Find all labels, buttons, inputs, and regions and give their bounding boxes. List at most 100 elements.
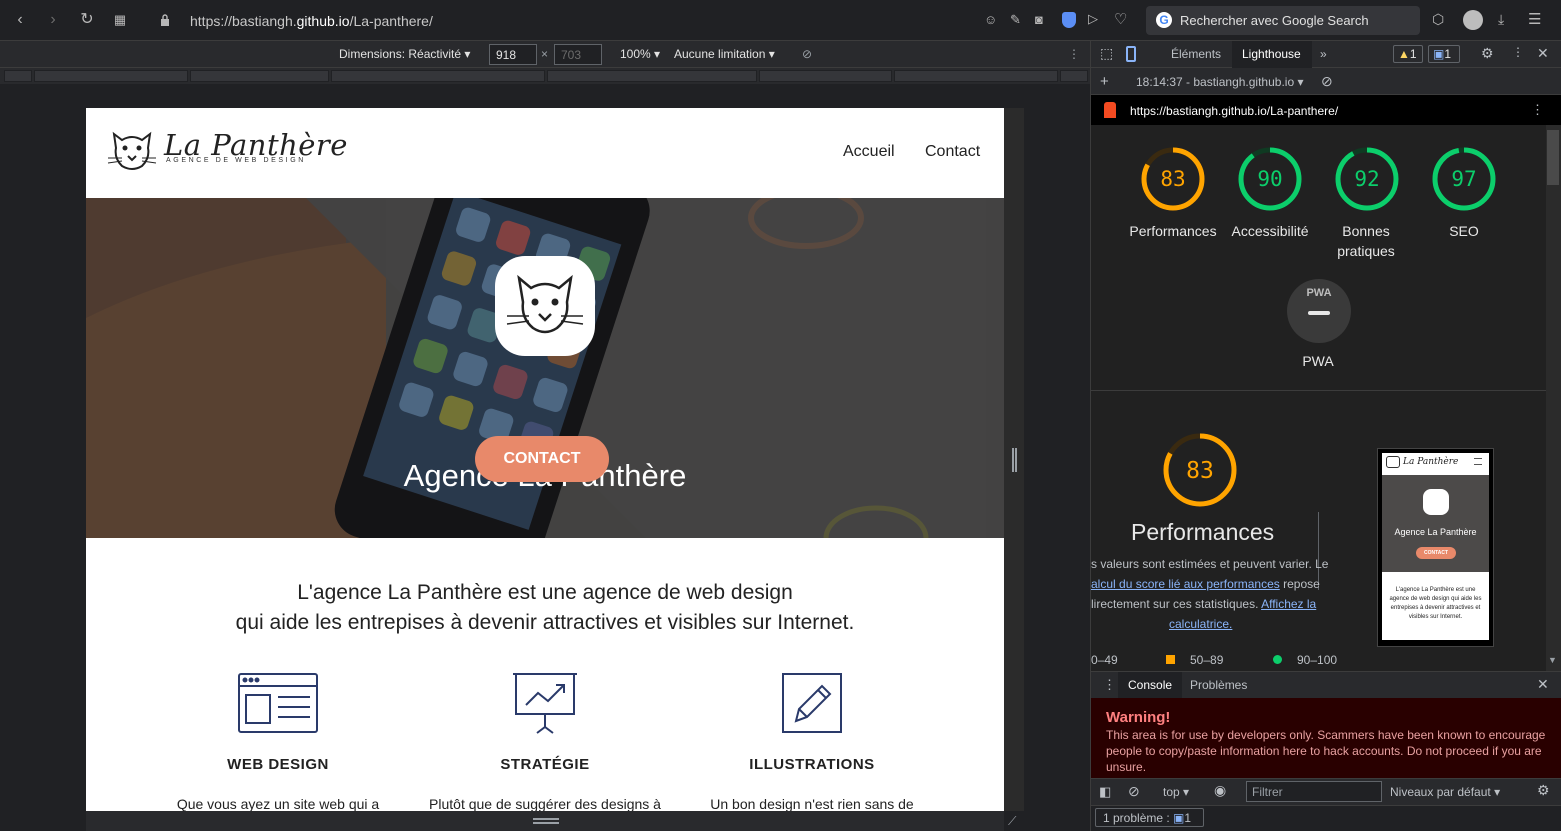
close-drawer-icon[interactable]: ✕ (1537, 676, 1549, 693)
score-label[interactable]: Accessibilité (1215, 221, 1325, 241)
dimensions-select[interactable]: Dimensions: Réactivité ▾ (339, 47, 470, 61)
console-filter-input[interactable]: Filtrer (1246, 781, 1382, 802)
problems-counter[interactable]: 1 problème : ▣1 (1095, 808, 1204, 827)
profile-avatar[interactable] (1463, 10, 1483, 30)
performance-description: s valeurs sont estimées et peuvent varie… (1091, 557, 1329, 571)
thumbnail-hero-logo (1423, 489, 1449, 515)
intro-line: L'agence La Panthère est une agence de w… (297, 581, 793, 604)
report-url[interactable]: https://bastiangh.github.io/La-panthere/ (1130, 104, 1338, 118)
rotate-icon[interactable]: ⊘ (802, 47, 812, 61)
media-query-segment[interactable] (547, 70, 757, 82)
menu-icon[interactable]: ☰ (1528, 10, 1541, 28)
report-selector[interactable]: 18:14:37 - bastiangh.github.io ▾ (1136, 75, 1303, 89)
google-icon: G (1156, 12, 1172, 28)
nav-link-home[interactable]: Accueil (843, 143, 895, 161)
address-bar[interactable]: https://bastiangh.github.io/La-panthere/ (190, 13, 433, 29)
forward-icon[interactable]: › (43, 10, 63, 30)
thumbnail-logo-icon (1386, 456, 1400, 468)
media-query-segment[interactable] (1060, 70, 1088, 82)
calculator-link[interactable]: Affichez la (1261, 597, 1316, 611)
search-placeholder: Rechercher avec Google Search (1180, 13, 1369, 28)
reload-icon[interactable]: ↻ (77, 10, 97, 30)
nav-link-contact[interactable]: Contact (925, 143, 980, 161)
pwa-badge-text: PWA (1306, 287, 1332, 299)
thumbnail-menu-icon (1474, 458, 1482, 465)
resize-handle-right[interactable] (1012, 448, 1017, 472)
times-icon: × (541, 47, 549, 61)
sidebar-toggle-icon[interactable]: ◧ (1099, 784, 1111, 800)
new-report-icon[interactable]: + (1100, 73, 1109, 90)
drawer-menu-icon[interactable]: ⋮ (1103, 677, 1116, 693)
inspect-element-icon[interactable]: ⬚ (1100, 45, 1113, 62)
panther-logo-icon[interactable] (106, 128, 158, 172)
throttling-select[interactable]: Aucune limitation ▾ (674, 47, 775, 61)
devtools-menu-icon[interactable]: ⋮ (1512, 45, 1524, 59)
score-value: 90 (1257, 167, 1283, 191)
log-levels-select[interactable]: Niveaux par défaut ▾ (1390, 785, 1500, 799)
context-select[interactable]: top ▾ (1163, 785, 1189, 799)
clear-reports-icon[interactable]: ⊘ (1321, 73, 1333, 90)
device-toggle-icon[interactable] (1126, 46, 1136, 62)
width-input[interactable]: 918 (489, 44, 537, 65)
tab-console[interactable]: Console (1128, 678, 1172, 692)
warnings-badge[interactable]: ▲1 (1393, 45, 1423, 63)
clear-console-icon[interactable]: ⊘ (1128, 783, 1140, 800)
site-header: La Panthère AGENCE DE WEB DESIGN Accueil… (86, 108, 1004, 198)
score-value: 92 (1354, 167, 1380, 191)
calculator-link[interactable]: calculatrice. (1169, 617, 1232, 631)
scroll-down-icon[interactable]: ▼ (1548, 655, 1557, 665)
heart-icon[interactable]: ♡ (1114, 10, 1127, 28)
scroll-thumb[interactable] (1547, 130, 1559, 185)
hero-contact-button[interactable]: CONTACT (475, 436, 609, 482)
intro-text: L'agence La Panthère est une agence de w… (86, 578, 1004, 638)
report-scrollbar[interactable] (1546, 125, 1561, 671)
score-label[interactable]: Bonnes pratiques (1326, 221, 1406, 261)
media-query-segment[interactable] (190, 70, 329, 82)
more-tabs-icon[interactable]: » (1320, 47, 1327, 61)
tab-lighthouse[interactable]: Lighthouse (1242, 47, 1301, 61)
camera-icon[interactable]: ◙ (1035, 12, 1043, 27)
edit-icon[interactable]: ✎ (1010, 12, 1021, 28)
section-divider (1091, 390, 1546, 391)
speed-dial-icon[interactable]: ▦ (110, 10, 130, 30)
media-query-segment[interactable] (4, 70, 32, 82)
page-screenshot-thumbnail[interactable]: La Panthère Agence La Panthère CONTACT L… (1377, 448, 1494, 647)
pencil-illustration-icon (782, 673, 842, 733)
legend-pass-circle-icon (1273, 655, 1282, 664)
pwa-dash-icon (1308, 311, 1330, 315)
media-query-segment[interactable] (759, 70, 892, 82)
messages-badge[interactable]: ▣1 (1428, 45, 1460, 63)
download-icon[interactable]: ⤓ (1498, 11, 1504, 28)
performance-description: lirectement sur ces statistiques. Affich… (1091, 597, 1317, 611)
service-text: Plutôt que de suggérer des designs à (429, 796, 661, 811)
media-query-segment[interactable] (894, 70, 1058, 82)
score-calc-link[interactable]: alcul du score lié aux performances (1091, 577, 1280, 591)
emoji-icon[interactable]: ☺ (984, 12, 997, 27)
media-query-segment[interactable] (34, 70, 188, 82)
eye-icon[interactable]: ◉ (1214, 782, 1226, 799)
intro-line: qui aide les entrepises à devenir attrac… (235, 611, 855, 634)
settings-gear-icon[interactable]: ⚙ (1481, 45, 1494, 62)
zoom-select[interactable]: 100% ▾ (620, 47, 660, 61)
tab-problems[interactable]: Problèmes (1190, 678, 1247, 692)
performance-score: 83 (1186, 458, 1214, 484)
height-input[interactable]: 703 (554, 44, 602, 65)
resize-grip-icon[interactable] (533, 818, 559, 824)
thumbnail-logo: La Panthère (1403, 457, 1459, 467)
report-menu-icon[interactable]: ⋮ (1531, 102, 1544, 118)
pwa-label[interactable]: PWA (1263, 351, 1373, 371)
back-icon[interactable]: ‹ (10, 10, 30, 30)
send-icon[interactable]: ▷ (1088, 11, 1098, 27)
console-settings-gear-icon[interactable]: ⚙ (1537, 782, 1550, 799)
score-label[interactable]: Performances (1118, 221, 1228, 241)
shield-icon[interactable] (1062, 12, 1076, 28)
cube-icon[interactable]: ⬡ (1432, 11, 1444, 28)
logo-subtitle: AGENCE DE WEB DESIGN (166, 157, 306, 164)
close-devtools-icon[interactable]: ✕ (1537, 45, 1549, 62)
score-label[interactable]: SEO (1409, 221, 1519, 241)
tab-elements[interactable]: Éléments (1171, 47, 1221, 61)
more-options-icon[interactable]: ⋮ (1068, 47, 1080, 61)
warning-message: This area is for use by developers only.… (1106, 728, 1546, 774)
resize-corner-icon[interactable]: ⟋ (1008, 814, 1016, 829)
media-query-segment[interactable] (331, 70, 545, 82)
